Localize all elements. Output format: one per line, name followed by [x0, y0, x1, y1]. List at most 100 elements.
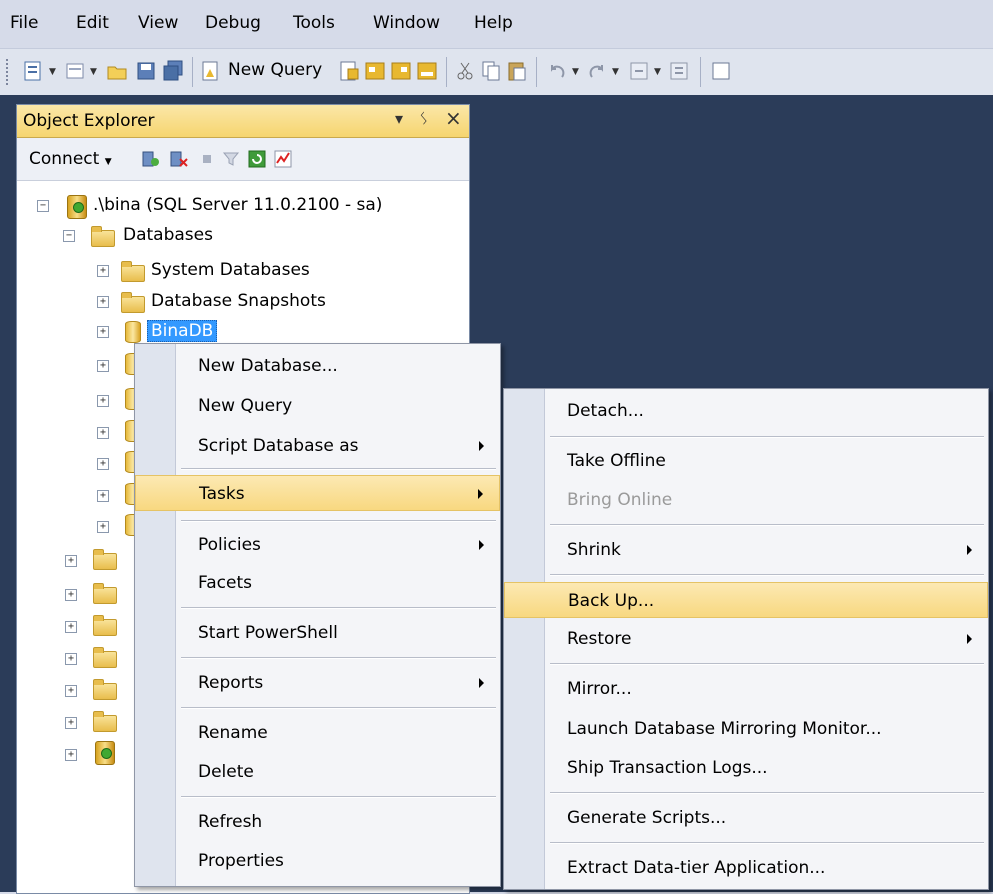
tree-binadb-node[interactable]: + BinaDB: [97, 318, 297, 346]
menu-item-shrink[interactable]: Shrink: [504, 532, 988, 568]
menu-item-extract-data-tier-application[interactable]: Extract Data-tier Application...: [504, 850, 988, 886]
expand-icon[interactable]: +: [65, 653, 77, 665]
expand-icon[interactable]: +: [97, 490, 109, 502]
analysis-query-icon[interactable]: [364, 59, 386, 83]
cut-icon[interactable]: [454, 59, 476, 83]
system-databases-label: System Databases: [151, 260, 310, 280]
expand-icon[interactable]: +: [97, 265, 109, 277]
expand-icon[interactable]: +: [65, 717, 77, 729]
expand-icon[interactable]: +: [97, 360, 109, 372]
add-item-icon[interactable]: [64, 59, 86, 83]
expand-icon[interactable]: +: [97, 296, 109, 308]
menu-item-start-powershell[interactable]: Start PowerShell: [135, 615, 500, 651]
menu-debug[interactable]: Debug: [205, 13, 261, 33]
menu-item-properties[interactable]: Properties: [135, 843, 500, 879]
expand-icon[interactable]: +: [97, 395, 109, 407]
menu-item-new-database[interactable]: New Database...: [135, 348, 500, 384]
undo-icon[interactable]: [546, 59, 568, 83]
menu-window[interactable]: Window: [373, 13, 440, 33]
expand-icon[interactable]: +: [97, 458, 109, 470]
menu-bar: File Edit View Debug Tools Window Help: [0, 0, 993, 48]
menu-item-detach[interactable]: Detach...: [504, 393, 988, 429]
navigate-forward-icon[interactable]: [668, 59, 690, 83]
menu-item-refresh[interactable]: Refresh: [135, 804, 500, 840]
new-project-dropdown-icon[interactable]: ▼: [49, 67, 56, 77]
copy-icon[interactable]: [480, 59, 502, 83]
folder-icon: [91, 226, 115, 247]
new-query-icon[interactable]: [200, 59, 222, 83]
redo-icon[interactable]: [586, 59, 608, 83]
mdx-query-icon[interactable]: [390, 59, 412, 83]
menu-item-new-query[interactable]: New Query: [135, 388, 500, 424]
window-position-dropdown-icon[interactable]: ▾: [395, 109, 403, 128]
expand-icon[interactable]: +: [65, 589, 77, 601]
close-icon[interactable]: ×: [445, 106, 462, 130]
refresh-icon[interactable]: [247, 149, 267, 169]
save-all-icon[interactable]: [162, 59, 184, 83]
selected-database-label: BinaDB: [147, 320, 218, 342]
menu-item-back-up[interactable]: Back Up...: [504, 582, 988, 618]
redo-dropdown-icon[interactable]: ▼: [612, 67, 619, 77]
menu-separator: [181, 796, 496, 798]
menu-item-restore[interactable]: Restore: [504, 621, 988, 657]
auto-hide-pin-icon[interactable]: ᛊ: [419, 109, 429, 128]
menu-item-rename[interactable]: Rename: [135, 715, 500, 751]
toolbar-grip[interactable]: [6, 59, 11, 85]
open-file-icon[interactable]: [106, 59, 128, 83]
expand-icon[interactable]: +: [65, 555, 77, 567]
tree-databases-node[interactable]: − Databases: [63, 222, 363, 250]
collapse-icon[interactable]: −: [63, 230, 75, 242]
menu-item-take-offline[interactable]: Take Offline: [504, 443, 988, 479]
menu-edit[interactable]: Edit: [76, 13, 109, 33]
stop-icon[interactable]: [197, 149, 217, 169]
activity-monitor-icon[interactable]: [273, 149, 293, 169]
menu-item-tasks[interactable]: Tasks: [135, 475, 500, 511]
menu-help[interactable]: Help: [474, 13, 513, 33]
expand-icon[interactable]: +: [97, 521, 109, 533]
new-project-icon[interactable]: [22, 59, 44, 83]
xmla-query-icon[interactable]: [416, 59, 438, 83]
navigate-backward-icon[interactable]: [628, 59, 650, 83]
menu-file[interactable]: File: [10, 13, 38, 33]
expand-icon[interactable]: +: [65, 749, 77, 761]
submenu-arrow-icon: [478, 489, 483, 499]
menu-item-reports[interactable]: Reports: [135, 665, 500, 701]
menu-item-facets[interactable]: Facets: [135, 565, 500, 601]
server-icon: [67, 195, 87, 219]
folder-icon: [93, 583, 117, 604]
save-icon[interactable]: [135, 59, 157, 83]
toolbar-separator: [700, 57, 701, 87]
expand-icon[interactable]: +: [65, 621, 77, 633]
menu-item-generate-scripts[interactable]: Generate Scripts...: [504, 800, 988, 836]
menu-item-delete[interactable]: Delete: [135, 754, 500, 790]
tree-server-node[interactable]: − .\bina (SQL Server 11.0.2100 - sa): [37, 192, 457, 220]
expand-icon[interactable]: +: [65, 685, 77, 697]
submenu-arrow-icon: [967, 545, 972, 555]
expand-icon[interactable]: +: [97, 326, 109, 338]
menu-tools[interactable]: Tools: [293, 13, 335, 33]
new-query-button[interactable]: New Query: [228, 60, 322, 80]
menu-view[interactable]: View: [138, 13, 178, 33]
menu-item-ship-transaction-logs[interactable]: Ship Transaction Logs...: [504, 750, 988, 786]
solution-explorer-icon[interactable]: [710, 59, 732, 83]
menu-item-launch-mirroring-monitor[interactable]: Launch Database Mirroring Monitor...: [504, 711, 988, 747]
undo-dropdown-icon[interactable]: ▼: [572, 67, 579, 77]
menu-separator: [550, 842, 984, 844]
menu-item-policies[interactable]: Policies: [135, 527, 500, 563]
connect-button[interactable]: Connect ▼: [29, 149, 112, 169]
collapse-icon[interactable]: −: [37, 200, 49, 212]
connect-object-explorer-icon[interactable]: [141, 149, 161, 169]
menu-item-script-database-as[interactable]: Script Database as: [135, 428, 500, 464]
tree-database-snapshots-node[interactable]: + Database Snapshots: [97, 288, 397, 316]
tree-system-databases-node[interactable]: + System Databases: [97, 257, 397, 285]
add-item-dropdown-icon[interactable]: ▼: [90, 67, 97, 77]
menu-item-mirror[interactable]: Mirror...: [504, 671, 988, 707]
navigate-dropdown-icon[interactable]: ▼: [654, 67, 661, 77]
filter-icon[interactable]: [221, 149, 241, 169]
menu-separator: [550, 574, 984, 576]
toolbar-separator: [536, 57, 537, 87]
paste-icon[interactable]: [506, 59, 528, 83]
database-engine-query-icon[interactable]: [338, 59, 360, 83]
disconnect-icon[interactable]: [169, 149, 189, 169]
expand-icon[interactable]: +: [97, 427, 109, 439]
